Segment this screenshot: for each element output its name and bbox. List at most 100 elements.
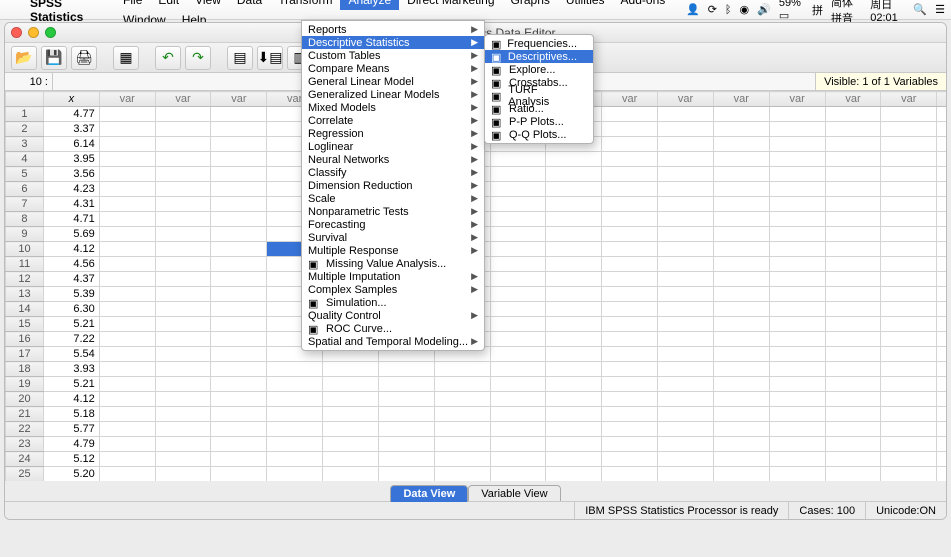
cell-empty[interactable]: [713, 197, 769, 212]
desc-item-frequencies[interactable]: ▣Frequencies...: [485, 37, 593, 50]
cell-x[interactable]: 4.79: [43, 437, 99, 452]
cell-empty[interactable]: [602, 362, 658, 377]
cell-empty[interactable]: [881, 212, 937, 227]
cell-empty[interactable]: [546, 392, 602, 407]
cell-empty[interactable]: [211, 272, 267, 287]
cell-empty[interactable]: [658, 377, 714, 392]
cell-empty[interactable]: [378, 422, 434, 437]
cell-empty[interactable]: [490, 317, 546, 332]
cell-empty[interactable]: [825, 152, 881, 167]
cell-empty[interactable]: [434, 392, 490, 407]
cell-empty[interactable]: [99, 407, 155, 422]
cell-empty[interactable]: [937, 137, 946, 152]
cell-empty[interactable]: [602, 227, 658, 242]
cell-empty[interactable]: [825, 272, 881, 287]
cell-empty[interactable]: [658, 467, 714, 482]
cell-x[interactable]: 3.37: [43, 122, 99, 137]
column-header-blank[interactable]: var: [825, 92, 881, 107]
analyze-item-generalized-linear-models[interactable]: Generalized Linear Models▶: [302, 88, 484, 101]
cell-empty[interactable]: [825, 467, 881, 482]
cell-empty[interactable]: [155, 257, 211, 272]
cell-empty[interactable]: [99, 317, 155, 332]
analyze-item-mixed-models[interactable]: Mixed Models▶: [302, 101, 484, 114]
cell-empty[interactable]: [713, 287, 769, 302]
cell-empty[interactable]: [602, 392, 658, 407]
cell-empty[interactable]: [490, 452, 546, 467]
tab-data-view[interactable]: Data View: [390, 485, 468, 502]
cell-empty[interactable]: [155, 167, 211, 182]
cell-empty[interactable]: [937, 227, 946, 242]
cell-empty[interactable]: [490, 272, 546, 287]
analyze-item-classify[interactable]: Classify▶: [302, 166, 484, 179]
cell-empty[interactable]: [937, 452, 946, 467]
cell-empty[interactable]: [713, 437, 769, 452]
cell-empty[interactable]: [434, 422, 490, 437]
cell-empty[interactable]: [267, 392, 323, 407]
cell-x[interactable]: 5.18: [43, 407, 99, 422]
desc-item-ratio[interactable]: ▣Ratio...: [485, 102, 593, 115]
row-number[interactable]: 18: [6, 362, 44, 377]
analyze-item-multiple-response[interactable]: Multiple Response▶: [302, 244, 484, 257]
row-number[interactable]: 9: [6, 227, 44, 242]
cell-empty[interactable]: [713, 182, 769, 197]
analyze-item-neural-networks[interactable]: Neural Networks▶: [302, 153, 484, 166]
cell-empty[interactable]: [825, 422, 881, 437]
cell-empty[interactable]: [490, 152, 546, 167]
cell-empty[interactable]: [155, 212, 211, 227]
cell-empty[interactable]: [602, 437, 658, 452]
cell-empty[interactable]: [378, 407, 434, 422]
cell-empty[interactable]: [881, 287, 937, 302]
menu-transform[interactable]: Transform: [270, 0, 340, 10]
menu-analyze[interactable]: Analyze: [340, 0, 399, 10]
cell-empty[interactable]: [937, 257, 946, 272]
column-header-blank[interactable]: var: [211, 92, 267, 107]
active-cell-name[interactable]: 10 :: [5, 73, 53, 90]
cell-x[interactable]: 4.12: [43, 392, 99, 407]
cell-empty[interactable]: [211, 152, 267, 167]
cell-empty[interactable]: [825, 242, 881, 257]
cell-empty[interactable]: [769, 107, 825, 122]
cell-empty[interactable]: [937, 152, 946, 167]
cell-empty[interactable]: [211, 452, 267, 467]
cell-empty[interactable]: [490, 197, 546, 212]
cell-empty[interactable]: [881, 407, 937, 422]
cell-empty[interactable]: [211, 167, 267, 182]
cell-empty[interactable]: [937, 362, 946, 377]
cell-empty[interactable]: [267, 467, 323, 482]
cell-empty[interactable]: [769, 377, 825, 392]
row-number[interactable]: 20: [6, 392, 44, 407]
menu-graphs[interactable]: Graphs: [503, 0, 558, 10]
cell-x[interactable]: 4.12: [43, 242, 99, 257]
wifi-icon[interactable]: ◉: [740, 3, 750, 16]
cell-empty[interactable]: [713, 347, 769, 362]
cell-empty[interactable]: [434, 362, 490, 377]
cell-empty[interactable]: [378, 452, 434, 467]
row-number[interactable]: 19: [6, 377, 44, 392]
cell-empty[interactable]: [99, 452, 155, 467]
cell-empty[interactable]: [378, 377, 434, 392]
cell-empty[interactable]: [658, 347, 714, 362]
analyze-item-spatial-and-temporal-modeling[interactable]: Spatial and Temporal Modeling...▶: [302, 335, 484, 348]
cell-x[interactable]: 4.31: [43, 197, 99, 212]
cell-empty[interactable]: [658, 407, 714, 422]
cell-empty[interactable]: [211, 467, 267, 482]
cell-empty[interactable]: [490, 467, 546, 482]
column-header-blank[interactable]: var: [937, 92, 946, 107]
cell-empty[interactable]: [937, 182, 946, 197]
cell-empty[interactable]: [211, 332, 267, 347]
cell-empty[interactable]: [546, 467, 602, 482]
cell-empty[interactable]: [490, 302, 546, 317]
cell-empty[interactable]: [937, 422, 946, 437]
cell-empty[interactable]: [99, 122, 155, 137]
cell-x[interactable]: 5.21: [43, 377, 99, 392]
cell-empty[interactable]: [155, 302, 211, 317]
row-number[interactable]: 22: [6, 422, 44, 437]
cell-empty[interactable]: [490, 422, 546, 437]
cell-empty[interactable]: [658, 437, 714, 452]
desc-item-descriptives[interactable]: ▣Descriptives...: [485, 50, 593, 63]
cell-empty[interactable]: [99, 242, 155, 257]
cell-empty[interactable]: [155, 437, 211, 452]
cell-empty[interactable]: [602, 107, 658, 122]
cell-empty[interactable]: [937, 107, 946, 122]
column-header-blank[interactable]: var: [769, 92, 825, 107]
